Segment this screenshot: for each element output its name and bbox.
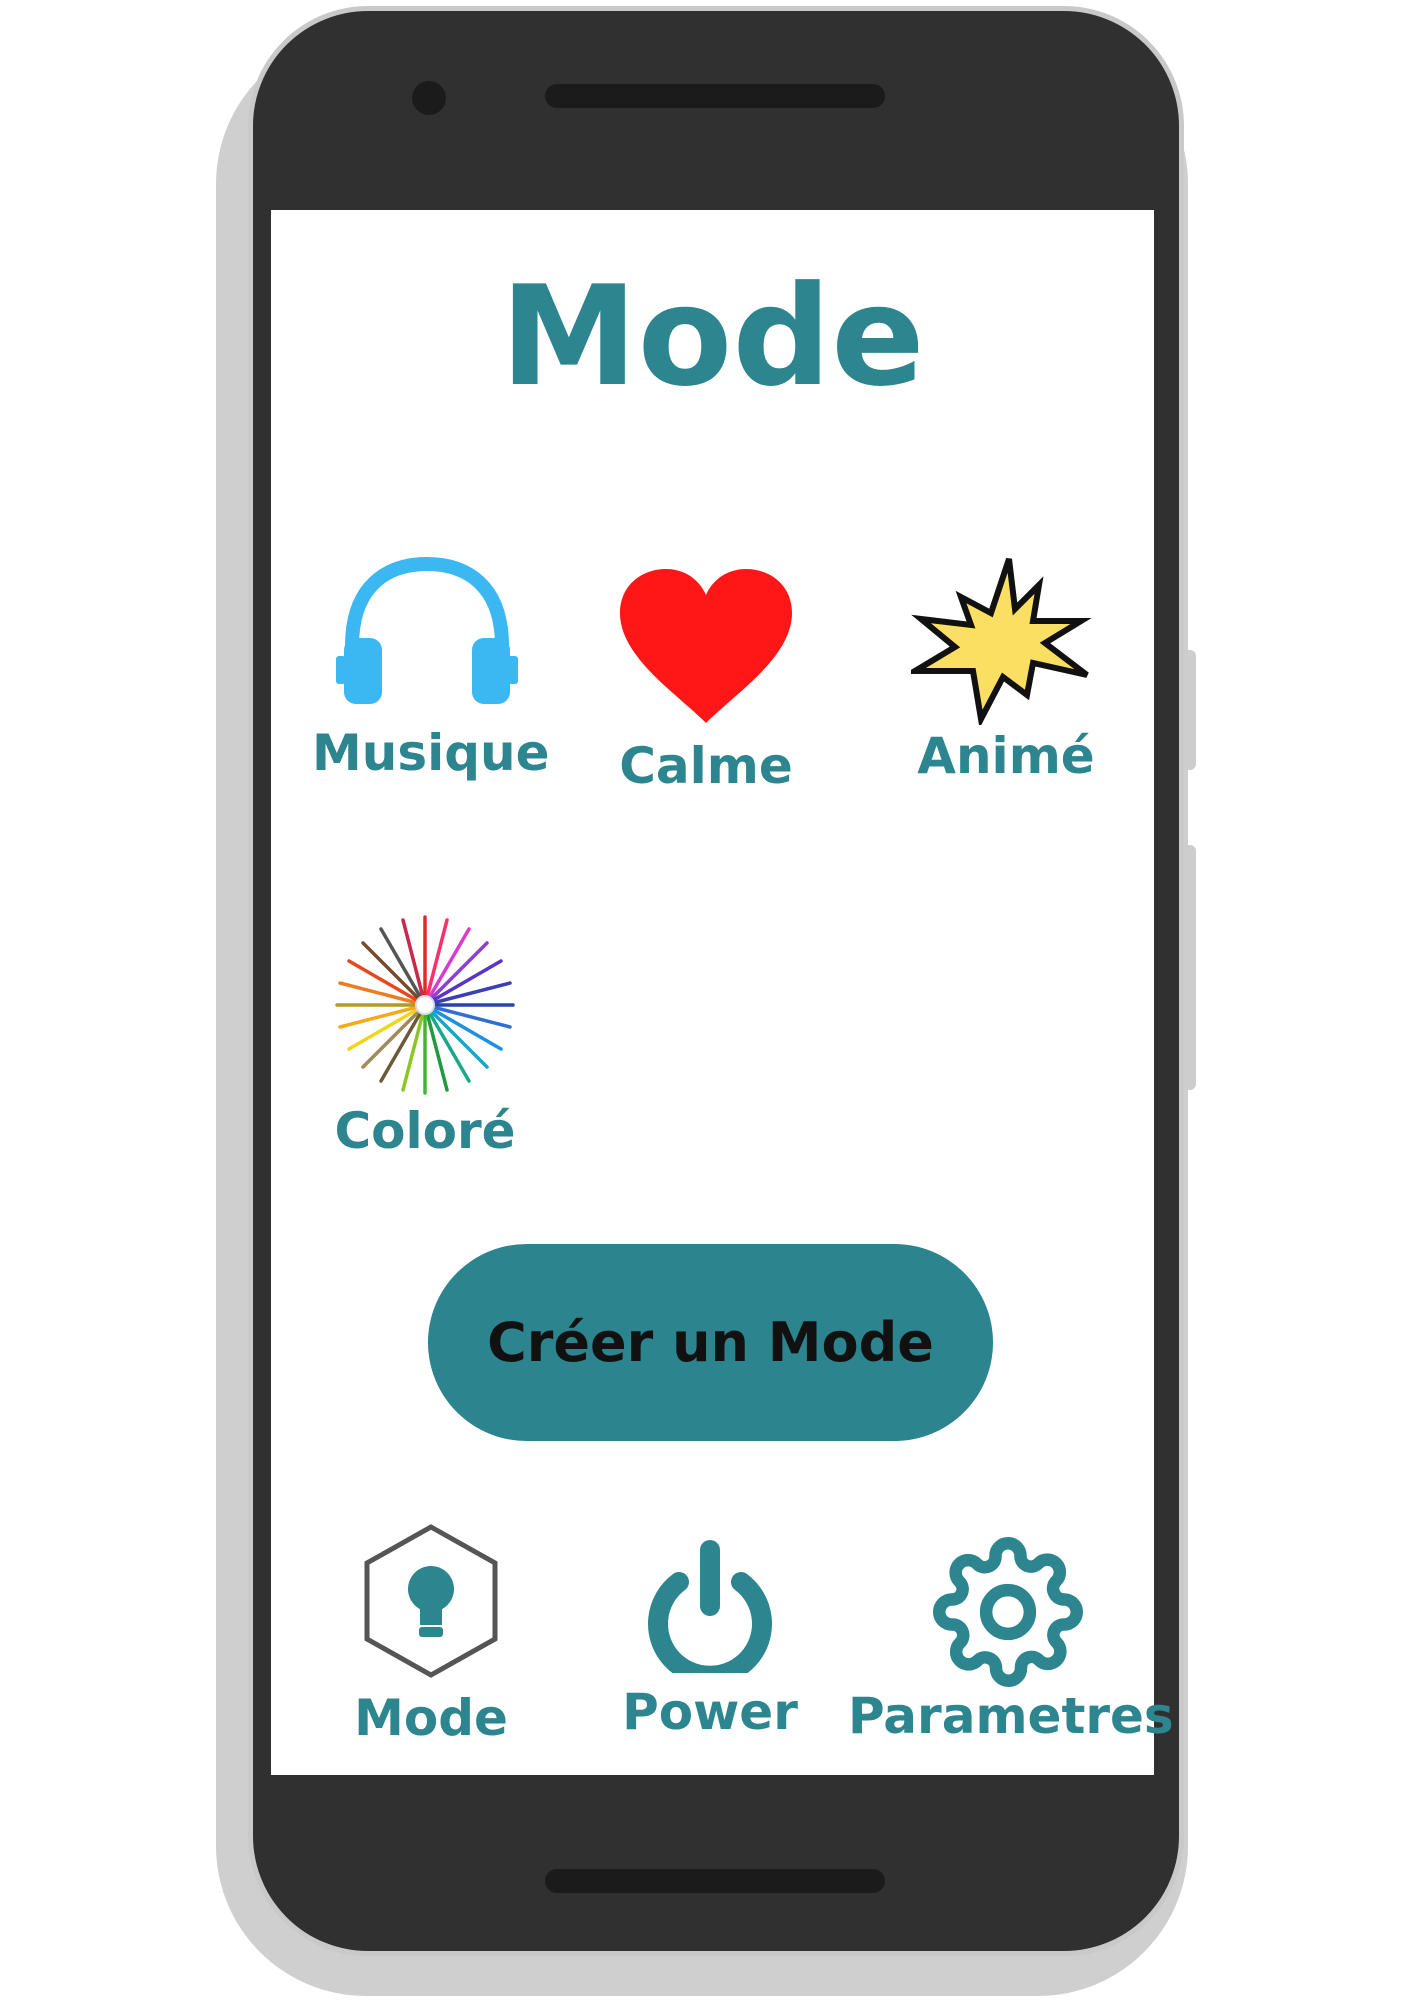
volume-button — [1184, 650, 1196, 770]
app-screen: Mode Musique Calme Animé Coloré Créer un… — [271, 210, 1174, 1775]
color-pencils-icon — [335, 915, 515, 1095]
nav-item-mode[interactable]: Mode — [301, 1523, 561, 1747]
page-title: Mode — [500, 256, 925, 417]
create-mode-button[interactable]: Créer un Mode — [428, 1244, 993, 1441]
mode-colore[interactable]: Coloré — [310, 910, 540, 1160]
bottom-speaker — [545, 1869, 885, 1893]
mode-anime[interactable]: Animé — [891, 555, 1121, 785]
headphones-icon — [336, 556, 518, 704]
mode-musique[interactable]: Musique — [312, 556, 550, 782]
nav-item-parametres[interactable]: Parametres — [848, 1537, 1174, 1745]
mode-label-calme: Calme — [619, 737, 793, 795]
heart-icon — [620, 569, 792, 723]
power-icon — [648, 1540, 772, 1673]
nav-item-power[interactable]: Power — [580, 1538, 840, 1741]
mode-label-anime: Animé — [917, 727, 1095, 785]
mode-calme[interactable]: Calme — [591, 565, 821, 795]
mode-label-colore: Coloré — [334, 1102, 516, 1160]
gear-icon — [933, 1537, 1083, 1687]
nav-label-parametres: Parametres — [848, 1687, 1174, 1745]
phone-mockup: Mode Musique Calme Animé Coloré Créer un… — [0, 0, 1414, 2000]
burst-icon — [911, 558, 1092, 725]
mode-label-musique: Musique — [312, 724, 550, 782]
front-camera — [412, 81, 446, 115]
earpiece-speaker — [545, 84, 885, 108]
nav-label-mode: Mode — [354, 1689, 508, 1747]
lightbulb-hexagon-icon — [364, 1524, 498, 1678]
power-side-button — [1184, 845, 1196, 1090]
nav-label-power: Power — [622, 1683, 798, 1741]
